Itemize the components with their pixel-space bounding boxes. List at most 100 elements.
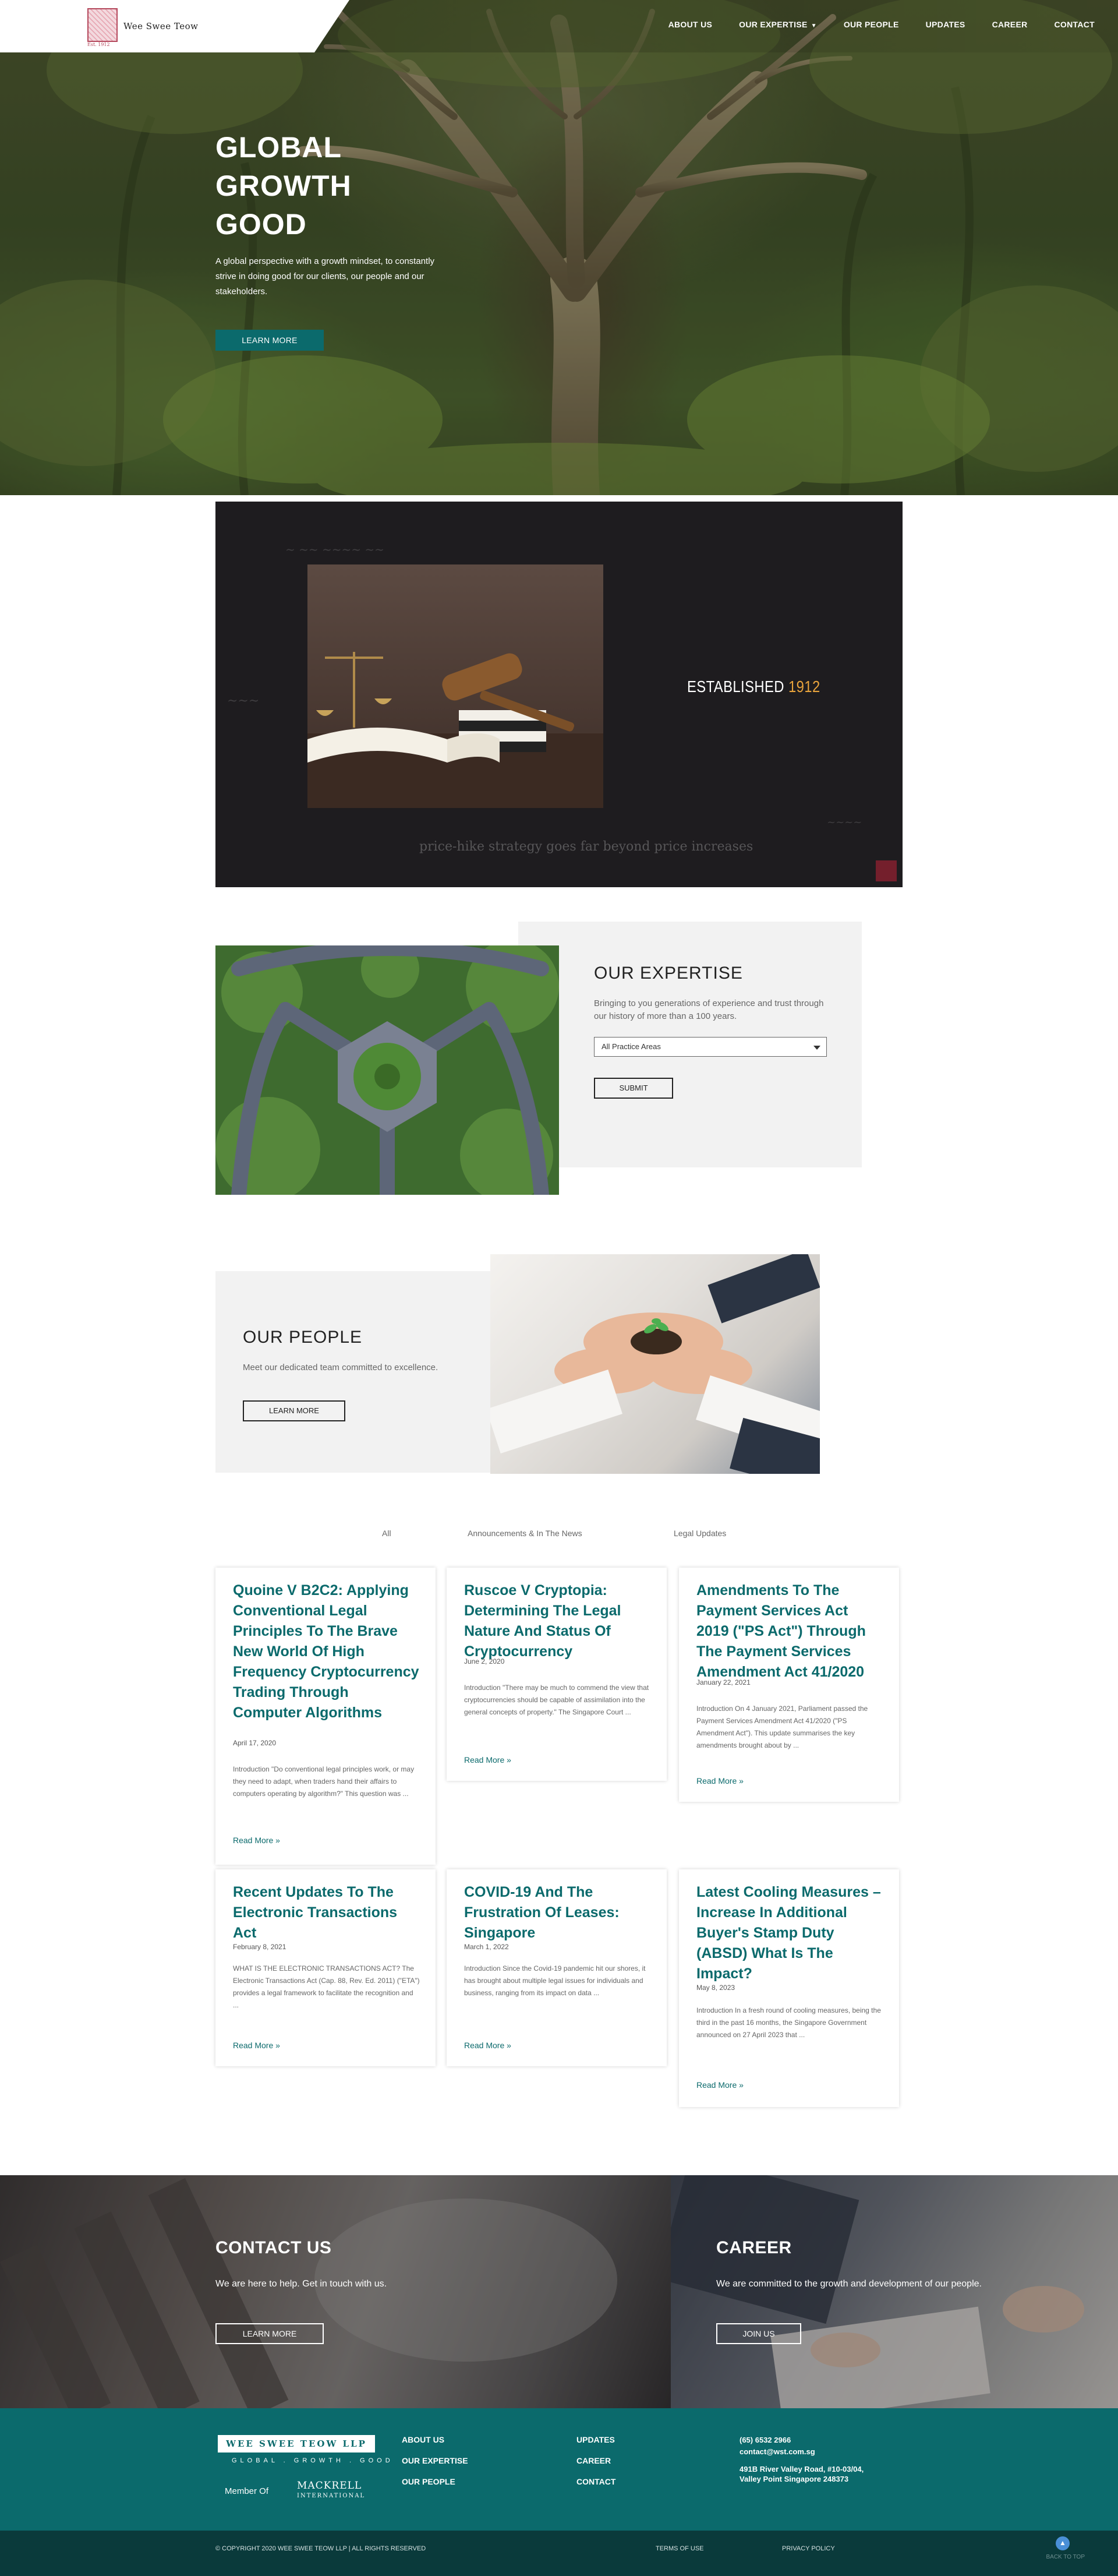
established-text: ESTABLISHED	[687, 677, 784, 696]
footer-logo[interactable]: WEE SWEE TEOW LLP	[218, 2435, 375, 2453]
established-label: ESTABLISHED 1912	[687, 677, 820, 696]
seal-stamp-icon	[876, 860, 897, 881]
nav-contact[interactable]: CONTACT	[1055, 20, 1095, 29]
main-nav: ABOUT US OUR EXPERTISE ▼ OUR PEOPLE UPDAT…	[642, 20, 1095, 29]
hero-learn-more-button[interactable]: LEARN MORE	[215, 330, 324, 351]
logo-seal-caption: Est. 1912	[87, 42, 110, 47]
read-more-link[interactable]: Read More »	[464, 1755, 511, 1765]
hero-section: GLOBAL GROWTH GOOD A global perspective …	[0, 0, 1118, 495]
news-filter-tabs: All Announcements & In The News Legal Up…	[0, 1529, 1118, 1540]
news-card-date: February 8, 2021	[233, 1943, 286, 1951]
terms-of-use-link[interactable]: TERMS OF USE	[656, 2545, 704, 2552]
news-card-title[interactable]: Amendments To The Payment Services Act 2…	[696, 1580, 883, 1682]
news-card-title[interactable]: COVID-19 And The Frustration Of Leases: …	[464, 1882, 650, 1943]
footer-link-our-people[interactable]: OUR PEOPLE	[402, 2477, 455, 2486]
member-of-label: Member Of	[225, 2486, 269, 2496]
expertise-title: OUR EXPERTISE	[594, 964, 743, 983]
back-to-top-arrow-icon[interactable]: ▲	[1056, 2536, 1070, 2550]
footer-address-line-1: 491B River Valley Road, #10-03/04,	[740, 2465, 864, 2473]
read-more-link[interactable]: Read More »	[233, 1836, 280, 1845]
nav-updates[interactable]: UPDATES	[926, 20, 965, 29]
back-to-top-label[interactable]: BACK TO TOP	[1046, 2554, 1085, 2560]
chevron-down-icon: ▼	[811, 23, 817, 29]
footer-link-about-us[interactable]: ABOUT US	[402, 2435, 444, 2444]
news-card[interactable]: Quoine V B2C2: Applying Conventional Leg…	[215, 1568, 436, 1865]
site-footer: WEE SWEE TEOW LLP GLOBAL . GROWTH . GOOD…	[0, 2408, 1118, 2531]
contact-us-subtitle: We are here to help. Get in touch with u…	[215, 2279, 387, 2289]
filter-tab-all[interactable]: All	[382, 1529, 391, 1538]
chalkboard-scribble: ~~~~	[827, 816, 862, 828]
join-us-button[interactable]: JOIN US	[716, 2323, 801, 2344]
news-card[interactable]: Ruscoe V Cryptopia: Determining The Lega…	[447, 1568, 667, 1781]
chalkboard-scribble: ~~~	[227, 694, 260, 708]
chalkboard-scribble: ~ ~~ ~~~~ ~~	[285, 542, 384, 556]
news-card[interactable]: COVID-19 And The Frustration Of Leases: …	[447, 1869, 667, 2066]
news-card-excerpt: Introduction "Do conventional legal prin…	[233, 1765, 415, 1798]
established-year: 1912	[788, 677, 820, 696]
footer-link-our-expertise[interactable]: OUR EXPERTISE	[402, 2456, 468, 2465]
news-card-excerpt: WHAT IS THE ELECTRONIC TRANSACTIONS ACT?…	[233, 1964, 420, 2009]
news-card-date: June 2, 2020	[464, 1657, 505, 1665]
site-header: Est. 1912 Wee Swee Teow ABOUT US OUR EXP…	[0, 0, 1118, 52]
footer-link-career[interactable]: CAREER	[576, 2456, 611, 2465]
career-title: CAREER	[716, 2238, 792, 2257]
contact-banner-overlay	[0, 2175, 671, 2408]
chalkboard-text: price-hike strategy goes far beyond pric…	[419, 839, 753, 854]
contact-us-banner: CONTACT US We are here to help. Get in t…	[0, 2175, 671, 2408]
people-description: Meet our dedicated team committed to exc…	[243, 1363, 438, 1372]
mackrell-logo[interactable]: MACKRELL INTERNATIONAL	[297, 2480, 365, 2501]
logo-wordmark[interactable]: Wee Swee Teow	[123, 21, 198, 31]
expertise-panel: OUR EXPERTISE Bringing to you generation…	[518, 922, 862, 1167]
news-card[interactable]: Latest Cooling Measures – Increase In Ad…	[679, 1869, 899, 2107]
nav-about-us[interactable]: ABOUT US	[668, 20, 713, 29]
news-card-title[interactable]: Latest Cooling Measures – Increase In Ad…	[696, 1882, 883, 1984]
practice-area-select-value: All Practice Areas	[602, 1042, 661, 1051]
practice-area-select[interactable]: All Practice Areas	[594, 1037, 827, 1057]
contact-us-title: CONTACT US	[215, 2238, 332, 2257]
hands-holding-plant-photo	[490, 1254, 820, 1474]
nav-career[interactable]: CAREER	[992, 20, 1028, 29]
news-card-title[interactable]: Recent Updates To The Electronic Transac…	[233, 1882, 419, 1943]
logo-seal-icon[interactable]	[87, 8, 118, 42]
footer-phone[interactable]: (65) 6532 2966	[740, 2435, 791, 2445]
read-more-link[interactable]: Read More »	[696, 1776, 744, 1785]
news-card-date: March 1, 2022	[464, 1943, 509, 1951]
filter-tab-legal-updates[interactable]: Legal Updates	[674, 1529, 726, 1538]
news-card-title[interactable]: Ruscoe V Cryptopia: Determining The Lega…	[464, 1580, 650, 1662]
news-card-excerpt: Introduction Since the Covid-19 pandemic…	[464, 1964, 646, 1997]
nav-our-people[interactable]: OUR PEOPLE	[844, 20, 899, 29]
footer-link-contact[interactable]: CONTACT	[576, 2477, 615, 2486]
footer-tagline: GLOBAL . GROWTH . GOOD	[232, 2457, 394, 2464]
news-card-excerpt: Introduction In a fresh round of cooling…	[696, 2006, 881, 2039]
news-card[interactable]: Recent Updates To The Electronic Transac…	[215, 1869, 436, 2066]
nav-our-expertise[interactable]: OUR EXPERTISE ▼	[739, 20, 817, 29]
expertise-description: Bringing to you generations of experienc…	[594, 998, 824, 1021]
dropdown-arrow-icon	[813, 1046, 820, 1050]
footer-link-updates[interactable]: UPDATES	[576, 2435, 615, 2444]
page: GLOBAL GROWTH GOOD A global perspective …	[0, 0, 1118, 2576]
filter-tab-announcements[interactable]: Announcements & In The News	[468, 1529, 582, 1538]
hero-title: GLOBAL GROWTH GOOD	[215, 128, 448, 244]
hero-forest-illustration	[0, 0, 1118, 495]
read-more-link[interactable]: Read More »	[233, 2041, 280, 2050]
people-learn-more-button[interactable]: LEARN MORE	[243, 1400, 345, 1421]
read-more-link[interactable]: Read More »	[464, 2041, 511, 2050]
career-banner: CAREER We are committed to the growth an…	[671, 2175, 1118, 2408]
footer-email[interactable]: contact@wst.com.sg	[740, 2447, 815, 2457]
hero-title-line: GLOBAL	[215, 131, 342, 164]
news-card-date: January 22, 2021	[696, 1678, 751, 1686]
privacy-policy-link[interactable]: PRIVACY POLICY	[782, 2545, 835, 2552]
expertise-submit-button[interactable]: SUBMIT	[594, 1078, 673, 1099]
gavel-and-scales-photo	[307, 564, 603, 808]
mackrell-sub: INTERNATIONAL	[297, 2493, 366, 2499]
news-card-title[interactable]: Quoine V B2C2: Applying Conventional Leg…	[233, 1580, 419, 1723]
hero-subtitle: A global perspective with a growth minds…	[215, 256, 435, 297]
gavel-illustration	[307, 652, 603, 808]
nav-our-expertise-label: OUR EXPERTISE	[739, 20, 808, 29]
read-more-link[interactable]: Read More »	[696, 2080, 744, 2090]
hero-title-line: GOOD	[215, 208, 307, 241]
news-card[interactable]: Amendments To The Payment Services Act 2…	[679, 1568, 899, 1802]
footer-bottom-bar: © COPYRIGHT 2020 WEE SWEE TEOW LLP | ALL…	[0, 2531, 1118, 2576]
contact-learn-more-button[interactable]: LEARN MORE	[215, 2323, 324, 2344]
established-video-banner[interactable]: ~ ~~ ~~~~ ~~ ~~~ price-hike strategy goe…	[215, 502, 903, 887]
